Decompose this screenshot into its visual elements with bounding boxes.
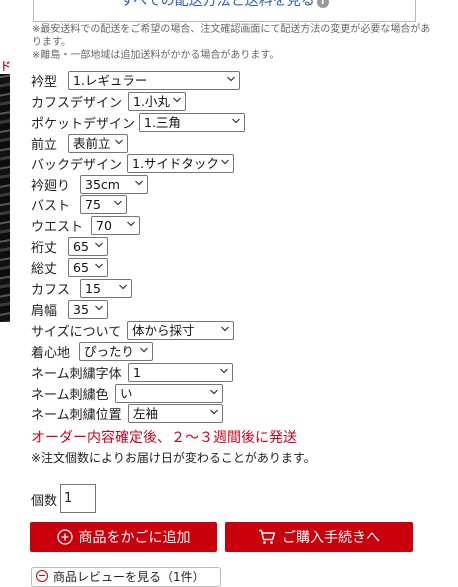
review-link[interactable]: 商品レビューを見る（1件） [31, 567, 221, 587]
chevron-down-icon [95, 262, 103, 270]
option-label: 総丈 [31, 261, 58, 277]
shipping-notes: ※最安送料での配送をご希望の場合、注文確認画面にて配送方法の変更が必要な場合があ… [32, 23, 432, 62]
option-fit: 着心地 ぴったり [31, 341, 153, 361]
delivery-notice: オーダー内容確定後、２～３週間後に発送 [31, 430, 297, 446]
product-image-strip: ド [0, 60, 10, 322]
shipping-note: ※最安送料での配送をご希望の場合、注文確認画面にて配送方法の変更が必要な場合があ… [32, 24, 431, 48]
option-label: バックデザイン [31, 157, 123, 173]
front-select[interactable]: 表前立 [68, 134, 128, 153]
quantity-row: 個数 1 [31, 484, 96, 514]
option-label: サイズについて [31, 324, 122, 340]
option-size-about: サイズについて 体から採寸 [31, 320, 234, 340]
plus-circle-icon [56, 529, 73, 545]
chevron-down-icon [95, 304, 103, 312]
option-label: カフス [31, 282, 71, 298]
option-cuffs: カフス 15 [31, 278, 132, 298]
checkout-button[interactable]: ご購入手続きへ [225, 522, 413, 552]
option-label: ポケットデザイン [31, 116, 136, 132]
option-label: 前立 [31, 137, 58, 153]
chevron-down-icon [119, 283, 127, 291]
name-font-select[interactable]: 1 [128, 363, 233, 382]
name-position-select[interactable]: 左袖 [128, 404, 223, 423]
minus-circle-icon [36, 570, 48, 582]
option-pocket-design: ポケットデザイン 1.三角 [31, 112, 245, 132]
option-neck: 衿廻り 35cm [31, 174, 148, 194]
shipping-methods-link[interactable]: すべての配送方法と送料を見る i [34, 0, 415, 10]
chevron-down-icon [114, 199, 122, 207]
sleeve-length-select[interactable]: 65 [68, 237, 108, 256]
option-shoulder: 肩幅 35 [31, 299, 108, 319]
cuffs-select[interactable]: 15 [80, 279, 132, 298]
chevron-down-icon [140, 346, 148, 354]
option-label: 衿型 [31, 74, 58, 90]
add-to-cart-button[interactable]: 商品をかごに追加 [30, 522, 217, 552]
quantity-label: 個数 [31, 493, 58, 509]
option-label: 着心地 [31, 345, 71, 361]
quantity-input[interactable]: 1 [60, 484, 96, 513]
option-front: 前立 表前立 [31, 133, 128, 153]
chevron-down-icon [227, 75, 235, 83]
option-name-color: ネーム刺繍色 い [31, 383, 223, 403]
image-overlay-text: ド [0, 60, 10, 74]
chevron-down-icon [210, 408, 218, 416]
pocket-design-select[interactable]: 1.三角 [139, 113, 245, 132]
info-icon[interactable]: i [316, 0, 329, 8]
chevron-down-icon [127, 220, 135, 228]
option-back-design: バックデザイン 1.サイドタック [31, 153, 234, 173]
option-total-length: 総丈 65 [31, 257, 108, 277]
option-label: ネーム刺繍位置 [31, 407, 122, 423]
option-label: 肩幅 [31, 303, 58, 319]
option-waist: ウエスト 70 [31, 215, 140, 235]
review-label[interactable]: 商品レビューを見る（1件） [53, 570, 205, 584]
option-label: 裄丈 [31, 240, 58, 256]
size-about-select[interactable]: 体から採寸 [127, 321, 234, 340]
shoulder-select[interactable]: 35 [68, 300, 108, 319]
add-to-cart-label[interactable]: 商品をかごに追加 [79, 527, 191, 547]
shipping-methods-box: すべての配送方法と送料を見る i [33, 0, 416, 22]
option-label: ウエスト [31, 219, 84, 235]
option-label: ネーム刺繍字体 [31, 366, 122, 382]
chevron-down-icon [95, 241, 103, 249]
cuff-design-select[interactable]: 1.小丸 [128, 92, 186, 111]
chevron-down-icon [221, 325, 229, 333]
shipping-link-label[interactable]: すべての配送方法と送料を見る [120, 0, 314, 9]
option-label: バスト [31, 198, 71, 214]
option-label: ネーム刺繍色 [31, 387, 109, 403]
option-label: 衿廻り [31, 178, 71, 194]
name-color-select[interactable]: い [115, 384, 223, 403]
option-label: カフスデザイン [31, 95, 123, 111]
chevron-down-icon [173, 96, 181, 104]
option-sleeve-length: 裄丈 65 [31, 236, 108, 256]
cart-icon [258, 529, 276, 545]
bust-select[interactable]: 75 [80, 195, 127, 214]
option-collar: 衿型 1.レギュラー [31, 70, 240, 90]
delivery-note: ※注文個数によりお届け日が変わることがあります。 [31, 451, 316, 465]
chevron-down-icon [115, 138, 123, 146]
shipping-note: ※離島・一部地域は追加送料がかかる場合があります。 [32, 50, 280, 61]
total-length-select[interactable]: 65 [68, 258, 108, 277]
chevron-down-icon [210, 388, 218, 396]
chevron-down-icon [232, 117, 240, 125]
waist-select[interactable]: 70 [91, 216, 140, 235]
chevron-down-icon [221, 158, 229, 166]
fit-select[interactable]: ぴったり [79, 342, 153, 361]
neck-select[interactable]: 35cm [80, 175, 148, 194]
chevron-down-icon [220, 367, 228, 375]
option-name-font: ネーム刺繍字体 1 [31, 362, 233, 382]
option-name-position: ネーム刺繍位置 左袖 [31, 403, 223, 423]
collar-select[interactable]: 1.レギュラー [68, 71, 240, 90]
option-cuff-design: カフスデザイン 1.小丸 [31, 91, 186, 111]
back-design-select[interactable]: 1.サイドタック [127, 154, 234, 173]
checkout-label[interactable]: ご購入手続きへ [282, 527, 380, 547]
option-bust: バスト 75 [31, 194, 127, 214]
chevron-down-icon [135, 179, 143, 187]
product-image [0, 60, 10, 322]
